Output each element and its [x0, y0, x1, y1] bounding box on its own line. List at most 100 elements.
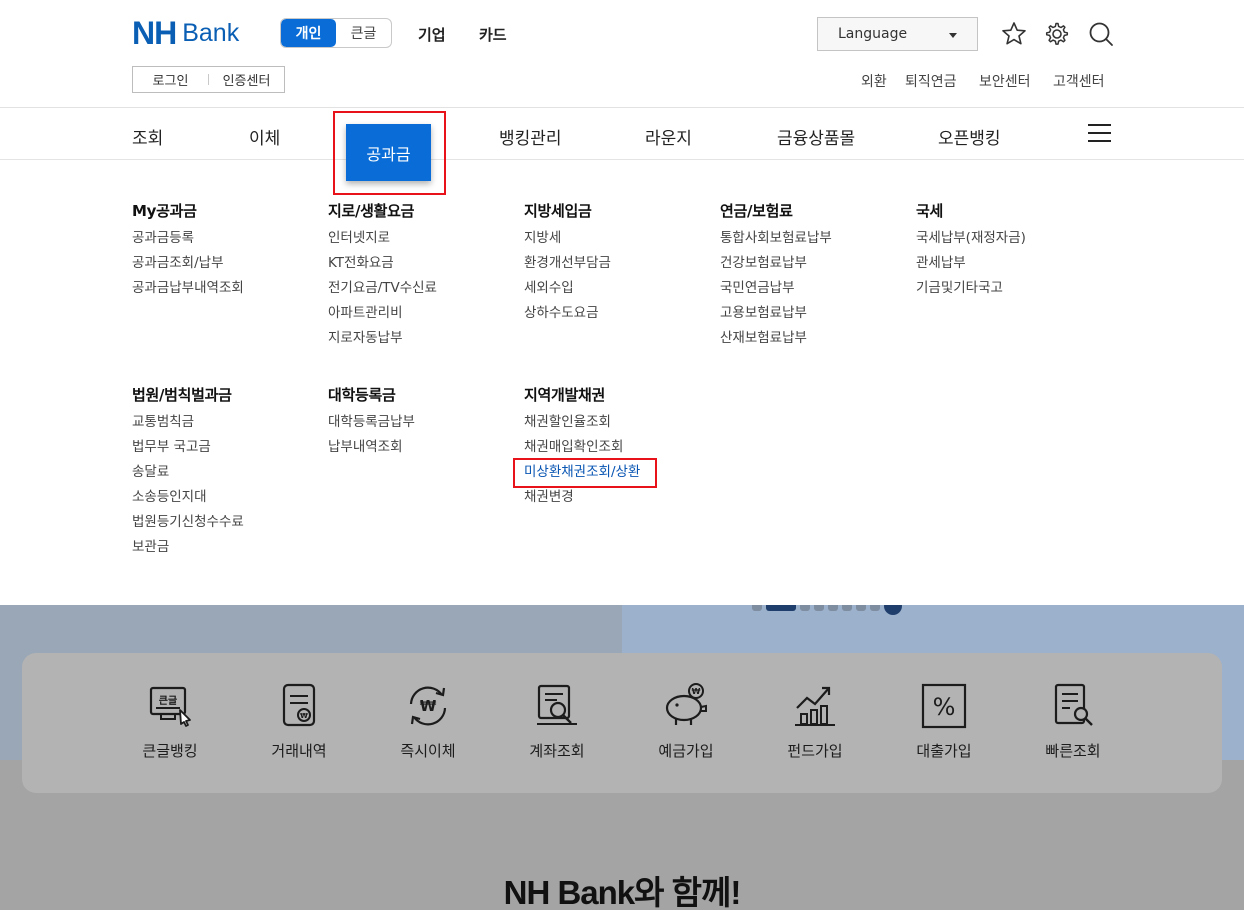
- nav-banking-management[interactable]: 뱅킹관리: [499, 124, 562, 149]
- menu-item[interactable]: 소송등인지대: [132, 489, 244, 514]
- menu-item[interactable]: 환경개선부담금: [524, 255, 611, 280]
- menu-item[interactable]: 전기요금/TV수신료: [328, 280, 437, 305]
- menu-item[interactable]: 기금및기타국고: [916, 280, 1026, 305]
- menu-item[interactable]: 송달료: [132, 464, 244, 489]
- menu-item[interactable]: 법원등기신청수수료: [132, 514, 244, 539]
- corporate-link[interactable]: 기업: [418, 24, 446, 45]
- quick-search-icon: [1054, 683, 1093, 726]
- segment-personal[interactable]: 개인: [281, 19, 336, 47]
- menu-item[interactable]: 건강보험료납부: [720, 255, 832, 280]
- quick-label: 큰글뱅킹: [142, 742, 198, 760]
- menu-item[interactable]: 통합사회보험료납부: [720, 230, 832, 255]
- menu-col-title[interactable]: 대학등록금: [328, 384, 415, 405]
- nav-open-banking[interactable]: 오픈뱅킹: [938, 124, 1001, 149]
- piggy-bank-icon: ₩: [665, 683, 707, 725]
- fund-chart-icon: [795, 686, 835, 726]
- quick-label: 빠른조회: [1045, 742, 1101, 760]
- security-center-link[interactable]: 보안센터: [979, 71, 1031, 91]
- menu-item[interactable]: 국세납부(재정자금): [916, 230, 1026, 255]
- menu-col-title[interactable]: 법원/범칙벌과금: [132, 384, 244, 405]
- large-text-glyph: 큰글: [159, 695, 177, 707]
- menu-item[interactable]: 채권할인율조회: [524, 414, 640, 439]
- menu-item[interactable]: 상하수도요금: [524, 305, 611, 330]
- personal-largefont-toggle: 개인 큰글: [280, 18, 392, 48]
- nav-utility-bills[interactable]: 공과금: [346, 124, 431, 181]
- pension-link[interactable]: 퇴직연금: [905, 71, 957, 91]
- menu-item[interactable]: 세외수입: [524, 280, 611, 305]
- menu-item[interactable]: 지로자동납부: [328, 330, 437, 355]
- menu-col-tuition: 대학등록금 대학등록금납부 납부내역조회: [328, 384, 415, 464]
- menu-item[interactable]: 공과금조회/납부: [132, 255, 244, 280]
- quick-label: 거래내역: [271, 742, 327, 760]
- menu-item[interactable]: 교통범칙금: [132, 414, 244, 439]
- menu-col-regional-bonds: 지역개발채권 채권할인율조회 채권매입확인조회 미상환채권조회/상환 채권변경: [524, 384, 640, 514]
- hamburger-menu-icon[interactable]: [1088, 124, 1111, 144]
- nav-inquiry[interactable]: 조회: [132, 124, 163, 149]
- quick-fast-inquiry[interactable]: 빠른조회: [1018, 680, 1128, 761]
- nav-lounge[interactable]: 라운지: [645, 124, 692, 149]
- menu-item[interactable]: 관세납부: [916, 255, 1026, 280]
- menu-item[interactable]: 국민연금납부: [720, 280, 832, 305]
- quick-deposit-signup[interactable]: ₩ 예금가입: [631, 680, 741, 761]
- login-button[interactable]: 로그인: [133, 70, 208, 89]
- percent-glyph: %: [933, 693, 956, 721]
- search-icon[interactable]: [1087, 20, 1115, 48]
- menu-col-title[interactable]: 국세: [916, 200, 1026, 221]
- menu-col-title[interactable]: 지방세입금: [524, 200, 611, 221]
- segment-large-text[interactable]: 큰글: [336, 19, 391, 47]
- quick-label: 펀드가입: [787, 742, 843, 760]
- quick-label: 대출가입: [916, 742, 972, 760]
- nh-bank-logo[interactable]: NH Bank: [132, 17, 239, 49]
- language-select[interactable]: Language: [817, 17, 978, 51]
- menu-item[interactable]: 공과금납부내역조회: [132, 280, 244, 305]
- menu-item[interactable]: 법무부 국고금: [132, 439, 244, 464]
- nav-product-mall[interactable]: 금융상품몰: [777, 124, 855, 149]
- quick-account-inquiry[interactable]: 계좌조회: [502, 680, 612, 761]
- quick-instant-transfer[interactable]: ₩ 즉시이체: [373, 680, 483, 761]
- menu-col-court-fines: 법원/범칙벌과금 교통범칙금 법무부 국고금 송달료 소송등인지대 법원등기신청…: [132, 384, 244, 564]
- main-nav: 조회 이체 뱅킹관리 라운지 금융상품몰 오픈뱅킹: [0, 108, 1244, 160]
- menu-item[interactable]: 지방세: [524, 230, 611, 255]
- highlighted-menu-item-box: [513, 458, 657, 488]
- menu-col-title[interactable]: 연금/보험료: [720, 200, 832, 221]
- quick-label: 계좌조회: [529, 742, 585, 760]
- gear-icon[interactable]: [1043, 20, 1071, 48]
- won-glyph: ₩: [692, 687, 701, 696]
- won-glyph: ₩: [420, 697, 437, 715]
- header: NH Bank 개인 큰글 기업 카드 로그인 인증센터 Language 외환…: [0, 0, 1244, 108]
- star-icon[interactable]: [1000, 20, 1028, 48]
- menu-item[interactable]: 인터넷지로: [328, 230, 437, 255]
- section-title: NH Bank와 함께!: [503, 874, 742, 910]
- account-inquiry-icon: [537, 684, 577, 725]
- forex-link[interactable]: 외환: [861, 71, 887, 91]
- menu-item[interactable]: 납부내역조회: [328, 439, 415, 464]
- menu-col-title[interactable]: 지로/생활요금: [328, 200, 437, 221]
- menu-item[interactable]: 산재보험료납부: [720, 330, 832, 355]
- quick-loan-signup[interactable]: % 대출가입: [889, 680, 999, 761]
- menu-col-title[interactable]: 지역개발채권: [524, 384, 640, 405]
- cert-center-button[interactable]: 인증센터: [209, 70, 284, 89]
- card-link[interactable]: 카드: [479, 24, 507, 45]
- quick-large-text-banking[interactable]: 큰글 큰글뱅킹: [115, 680, 225, 761]
- quick-label: 즉시이체: [400, 742, 456, 760]
- menu-col-pension-insurance: 연금/보험료 통합사회보험료납부 건강보험료납부 국민연금납부 고용보험료납부 …: [720, 200, 832, 355]
- quick-fund-signup[interactable]: 펀드가입: [760, 680, 870, 761]
- auth-box: 로그인 인증센터: [132, 66, 285, 93]
- menu-item[interactable]: 대학등록금납부: [328, 414, 415, 439]
- won-glyph: ₩: [300, 712, 308, 720]
- menu-item[interactable]: 보관금: [132, 539, 244, 564]
- quick-transaction-history[interactable]: ₩ 거래내역: [244, 680, 354, 761]
- menu-item[interactable]: 아파트관리비: [328, 305, 437, 330]
- mega-menu: My공과금 공과금등록 공과금조회/납부 공과금납부내역조회 지로/생활요금 인…: [0, 160, 1244, 605]
- logo-nh: NH: [132, 15, 177, 51]
- menu-col-title[interactable]: My공과금: [132, 200, 244, 221]
- language-label: Language: [838, 26, 908, 42]
- menu-item[interactable]: 공과금등록: [132, 230, 244, 255]
- menu-item[interactable]: 채권변경: [524, 489, 640, 514]
- menu-item[interactable]: KT전화요금: [328, 255, 437, 280]
- caret-down-icon: [949, 33, 957, 38]
- nav-transfer[interactable]: 이체: [249, 124, 280, 149]
- menu-col-local-tax: 지방세입금 지방세 환경개선부담금 세외수입 상하수도요금: [524, 200, 611, 330]
- menu-item[interactable]: 고용보험료납부: [720, 305, 832, 330]
- customer-center-link[interactable]: 고객센터: [1053, 71, 1105, 91]
